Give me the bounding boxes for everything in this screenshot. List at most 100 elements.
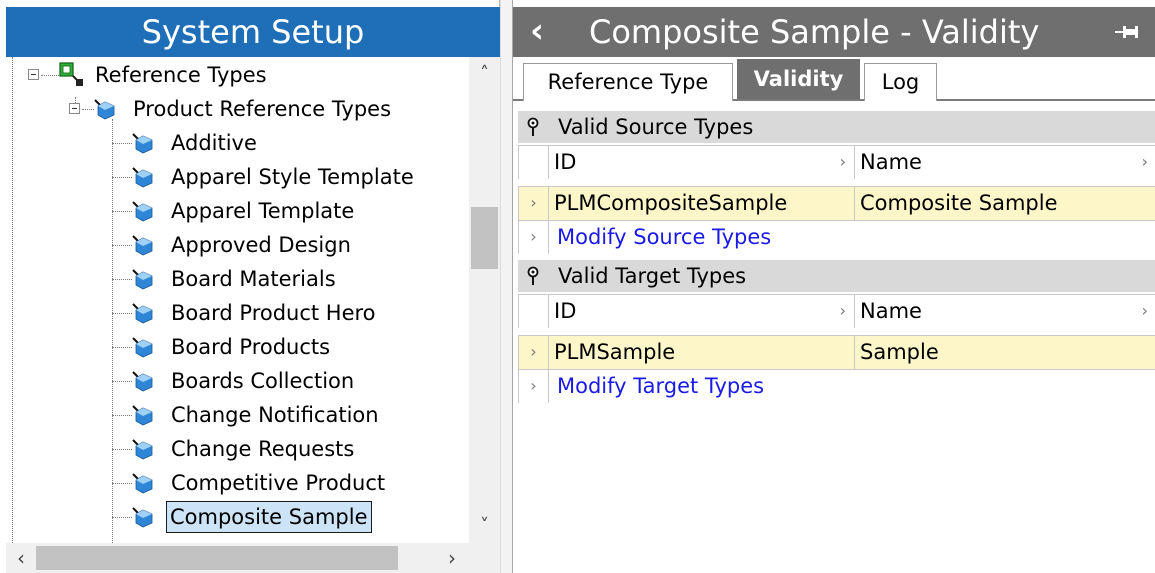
pushpin-icon xyxy=(527,117,539,136)
tree-item-label: Boards Collection xyxy=(171,369,355,393)
tree-guide-line xyxy=(112,517,132,518)
tree-item-label: Board Products xyxy=(171,335,331,359)
product-type-icon xyxy=(132,133,153,154)
cell-id: PLMCompositeSample xyxy=(549,187,855,220)
tab-reference-type[interactable]: Reference Type xyxy=(523,63,733,101)
tab-validity[interactable]: Validity xyxy=(737,59,860,99)
scrollbar-thumb[interactable] xyxy=(36,546,398,570)
tree-item-apparel-style-template[interactable]: Apparel Style Template xyxy=(6,160,466,194)
modify-source-types-link[interactable]: Modify Source Types xyxy=(549,221,1155,254)
collapse-toggle-icon[interactable] xyxy=(28,69,39,80)
table-row[interactable]: › PLMCompositeSample Composite Sample xyxy=(518,186,1155,220)
product-type-icon xyxy=(132,167,153,188)
product-type-icon xyxy=(132,303,153,324)
modify-target-types-link[interactable]: Modify Target Types xyxy=(549,370,1155,403)
product-type-icon xyxy=(132,201,153,222)
chevron-left-icon[interactable]: ‹ xyxy=(6,543,36,573)
product-type-icon xyxy=(132,337,153,358)
chevron-right-icon: › xyxy=(519,221,549,254)
column-header-id[interactable]: ID › xyxy=(549,295,855,328)
row-header-cell xyxy=(519,295,549,328)
tree-guide-line xyxy=(112,177,132,178)
tab-bar: Reference Type Validity Log xyxy=(513,57,1155,101)
tree-item-boards-collection[interactable]: Boards Collection xyxy=(6,364,466,398)
chevron-left-icon[interactable]: ‹ xyxy=(517,7,557,57)
tree-item-label: Competitive Product xyxy=(171,471,386,495)
tree-item-board-products[interactable]: Board Products xyxy=(6,330,466,364)
cell-id: PLMSample xyxy=(549,336,855,369)
tree-item-approved-design[interactable]: Approved Design xyxy=(6,228,466,262)
panel-title: System Setup xyxy=(6,7,500,57)
section-title: Valid Target Types xyxy=(558,264,747,288)
chevron-up-icon[interactable]: ˄ xyxy=(469,59,500,89)
tree-guide-line xyxy=(112,415,132,416)
product-type-icon xyxy=(132,235,153,256)
scrollbar-corner xyxy=(469,543,500,573)
product-type-icon xyxy=(132,371,153,392)
scrollbar-thumb[interactable] xyxy=(471,207,498,269)
tree-guide-line xyxy=(112,245,132,246)
chevron-right-icon[interactable]: › xyxy=(437,543,467,573)
tree-node-reference-types[interactable]: Reference Types xyxy=(6,58,466,92)
tree-node-product-reference-types[interactable]: Product Reference Types xyxy=(6,92,466,126)
product-type-icon xyxy=(132,269,153,290)
tree-item-change-requests[interactable]: Change Requests xyxy=(6,432,466,466)
table-row[interactable]: › PLMSample Sample xyxy=(518,335,1155,369)
panel-header: ‹ Composite Sample - Validity xyxy=(513,7,1155,57)
column-header-name[interactable]: Name › xyxy=(855,146,1155,179)
tab-log[interactable]: Log xyxy=(864,63,937,101)
panel-splitter[interactable] xyxy=(500,0,513,573)
tree-guide-line xyxy=(112,381,132,382)
tree-item-additive[interactable]: Additive xyxy=(6,126,466,160)
tree-guide-line xyxy=(41,75,59,76)
section-title: Valid Source Types xyxy=(558,115,754,139)
chevron-right-icon: › xyxy=(1141,152,1148,171)
column-header-name[interactable]: Name › xyxy=(855,295,1155,328)
action-row: › Modify Source Types xyxy=(518,220,1155,254)
column-header-id[interactable]: ID › xyxy=(549,146,855,179)
chevron-right-icon: › xyxy=(519,370,549,403)
system-setup-panel: System Setup Reference Types Product Ref… xyxy=(0,0,500,573)
validity-panel: ‹ Composite Sample - Validity Reference … xyxy=(513,0,1155,573)
tree-vertical-scrollbar[interactable]: ˄ ˅ xyxy=(469,57,500,543)
tree-item-board-materials[interactable]: Board Materials xyxy=(6,262,466,296)
product-type-icon xyxy=(132,507,153,528)
tree-item-label: Approved Design xyxy=(171,233,351,257)
tree-item-label: Change Requests xyxy=(171,437,355,461)
section-header-target-types[interactable]: Valid Target Types xyxy=(518,260,1155,292)
collapse-toggle-icon[interactable] xyxy=(69,103,80,114)
tree-item-label: Additive xyxy=(171,131,257,155)
product-type-icon xyxy=(132,439,153,460)
tree-item-board-product-hero[interactable]: Board Product Hero xyxy=(6,296,466,330)
chevron-right-icon: › xyxy=(1141,301,1148,320)
tree-horizontal-scrollbar[interactable]: ‹ › xyxy=(6,543,469,573)
tree-item-label: Board Product Hero xyxy=(171,301,376,325)
tree-item-label-selected: Composite Sample xyxy=(166,501,372,533)
tree-item-label: Change Notification xyxy=(171,403,379,427)
chevron-right-icon: › xyxy=(839,152,846,171)
tree-item-apparel-template[interactable]: Apparel Template xyxy=(6,194,466,228)
tree-item-label: Apparel Style Template xyxy=(171,165,414,189)
tree-item-competitive-product[interactable]: Competitive Product xyxy=(6,466,466,500)
product-type-icon xyxy=(132,473,153,494)
column-header-row: ID › Name › xyxy=(518,294,1155,328)
pin-icon[interactable] xyxy=(1113,20,1143,44)
tree-guide-line xyxy=(112,279,132,280)
tree-guide-line xyxy=(112,449,132,450)
tree-item-label: Apparel Template xyxy=(171,199,355,223)
cell-name: Sample xyxy=(860,340,939,364)
tree-guide-line xyxy=(112,347,132,348)
tree-guide-line xyxy=(112,313,132,314)
panel-title: Composite Sample - Validity xyxy=(589,13,1040,51)
tree-guide-line xyxy=(112,143,132,144)
column-label: ID xyxy=(554,299,577,323)
column-label: Name xyxy=(860,150,922,174)
chevron-right-icon: › xyxy=(519,336,549,369)
tree-item-change-notification[interactable]: Change Notification xyxy=(6,398,466,432)
column-label: Name xyxy=(860,299,922,323)
section-header-source-types[interactable]: Valid Source Types xyxy=(518,111,1155,143)
column-label: ID xyxy=(554,150,577,174)
chevron-down-icon[interactable]: ˅ xyxy=(469,511,500,541)
tree-guide-line xyxy=(112,483,132,484)
tree-item-composite-sample[interactable]: Composite Sample xyxy=(6,500,466,534)
